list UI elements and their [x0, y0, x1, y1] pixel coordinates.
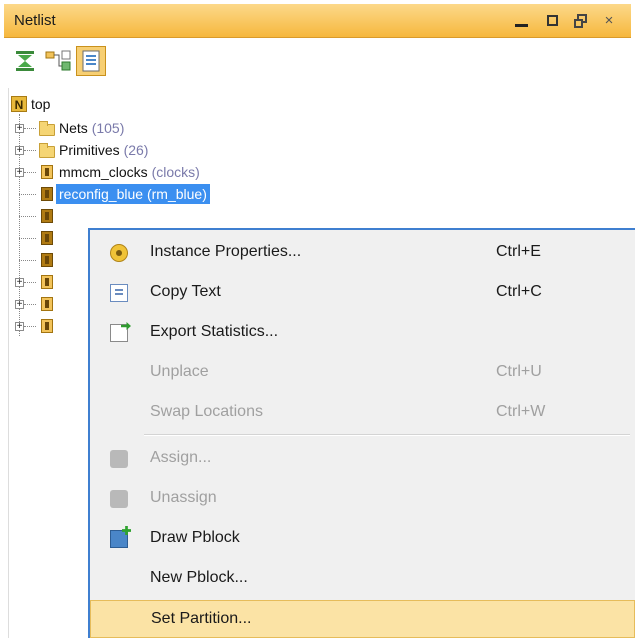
- instance-icon: [41, 209, 53, 223]
- menu-item-shortcut: Ctrl+W: [496, 403, 546, 420]
- expand-icon[interactable]: +: [15, 168, 24, 178]
- expand-icon[interactable]: +: [15, 278, 24, 288]
- expand-all-icon[interactable]: [42, 46, 72, 76]
- menu-item-label: Instance Properties...: [150, 243, 302, 260]
- menu-item-export-statistics[interactable]: Export Statistics...: [90, 314, 635, 352]
- tree-branch-line: [24, 150, 36, 151]
- tree-item-label-selected: reconfig_blue (rm_blue): [56, 184, 210, 204]
- copy-icon: [110, 284, 128, 302]
- instance-icon: [41, 275, 53, 289]
- tree-root-label: top: [31, 96, 51, 112]
- menu-item-copy-text[interactable]: Copy Text Ctrl+C: [90, 274, 635, 312]
- unassign-icon: [110, 490, 128, 508]
- tree-item-label: Nets (105): [59, 120, 125, 136]
- tree-branch-line: [24, 304, 36, 305]
- menu-item-instance-properties[interactable]: Instance Properties... Ctrl+E: [90, 234, 635, 272]
- menu-item-swap-locations[interactable]: Swap Locations Ctrl+W: [90, 394, 635, 432]
- tree-item-label: Primitives (26): [59, 142, 149, 158]
- netlist-panel: Netlist × N top + Nets (105) + Primitive…: [0, 0, 635, 638]
- close-icon[interactable]: ×: [598, 10, 620, 32]
- menu-item-shortcut: Ctrl+E: [496, 243, 541, 260]
- tree-branch-line: [24, 128, 36, 129]
- assign-icon: [110, 450, 128, 468]
- netlist-root-icon: N: [11, 96, 27, 112]
- menu-item-label: Export Statistics...: [150, 323, 279, 340]
- tree-branch-line: [19, 260, 36, 261]
- minimize-icon[interactable]: [510, 10, 532, 32]
- instance-icon: [41, 231, 53, 245]
- menu-item-label: New Pblock...: [150, 569, 248, 586]
- menu-item-label: Unplace: [150, 363, 209, 380]
- menu-item-label: Assign...: [150, 449, 212, 466]
- tree-branch-line: [19, 194, 36, 195]
- collapse-all-icon[interactable]: [10, 46, 40, 76]
- instance-icon: [41, 297, 53, 311]
- menu-item-label: Draw Pblock: [150, 529, 240, 546]
- expand-icon[interactable]: +: [15, 322, 24, 332]
- menu-item-label: Set Partition...: [151, 610, 252, 627]
- instance-icon: [41, 319, 53, 333]
- menu-item-new-pblock[interactable]: New Pblock...: [90, 560, 635, 598]
- menu-item-label: Copy Text: [150, 283, 221, 300]
- menu-item-draw-pblock[interactable]: Draw Pblock: [90, 520, 635, 558]
- restore-icon[interactable]: [570, 10, 592, 32]
- context-menu: Instance Properties... Ctrl+E Copy Text …: [88, 228, 635, 638]
- expand-icon[interactable]: +: [15, 146, 24, 156]
- menu-item-label: Unassign: [150, 489, 217, 506]
- export-icon: [110, 324, 128, 342]
- folder-icon: [39, 143, 55, 158]
- draw-pblock-icon: [110, 530, 128, 548]
- menu-item-unassign[interactable]: Unassign: [90, 480, 635, 518]
- panel-title: Netlist: [14, 12, 56, 29]
- tree-branch-line: [19, 238, 36, 239]
- instance-icon: [41, 165, 53, 179]
- maximize-icon[interactable]: [542, 10, 564, 32]
- menu-item-unplace[interactable]: Unplace Ctrl+U: [90, 354, 635, 392]
- tree-branch-line: [24, 172, 36, 173]
- tree-branch-line: [19, 216, 36, 217]
- menu-item-shortcut: Ctrl+U: [496, 363, 542, 380]
- menu-item-shortcut: Ctrl+C: [496, 283, 542, 300]
- instance-icon: [41, 253, 53, 267]
- tree-item-label: mmcm_clocks (clocks): [59, 164, 200, 180]
- folder-icon: [39, 121, 55, 136]
- netlist-titlebar[interactable]: Netlist ×: [4, 4, 631, 38]
- menu-item-set-partition[interactable]: Set Partition...: [90, 600, 635, 638]
- tree-branch-line: [24, 282, 36, 283]
- expand-icon[interactable]: +: [15, 124, 24, 134]
- menu-item-assign[interactable]: Assign...: [90, 440, 635, 478]
- menu-item-label: Swap Locations: [150, 403, 263, 420]
- properties-icon: [110, 244, 128, 262]
- show-hierarchy-icon[interactable]: [76, 46, 106, 76]
- expand-icon[interactable]: +: [15, 300, 24, 310]
- tree-branch-line: [24, 326, 36, 327]
- netlist-toolbar: [4, 42, 631, 82]
- menu-separator: [144, 434, 630, 436]
- instance-icon: [41, 187, 53, 201]
